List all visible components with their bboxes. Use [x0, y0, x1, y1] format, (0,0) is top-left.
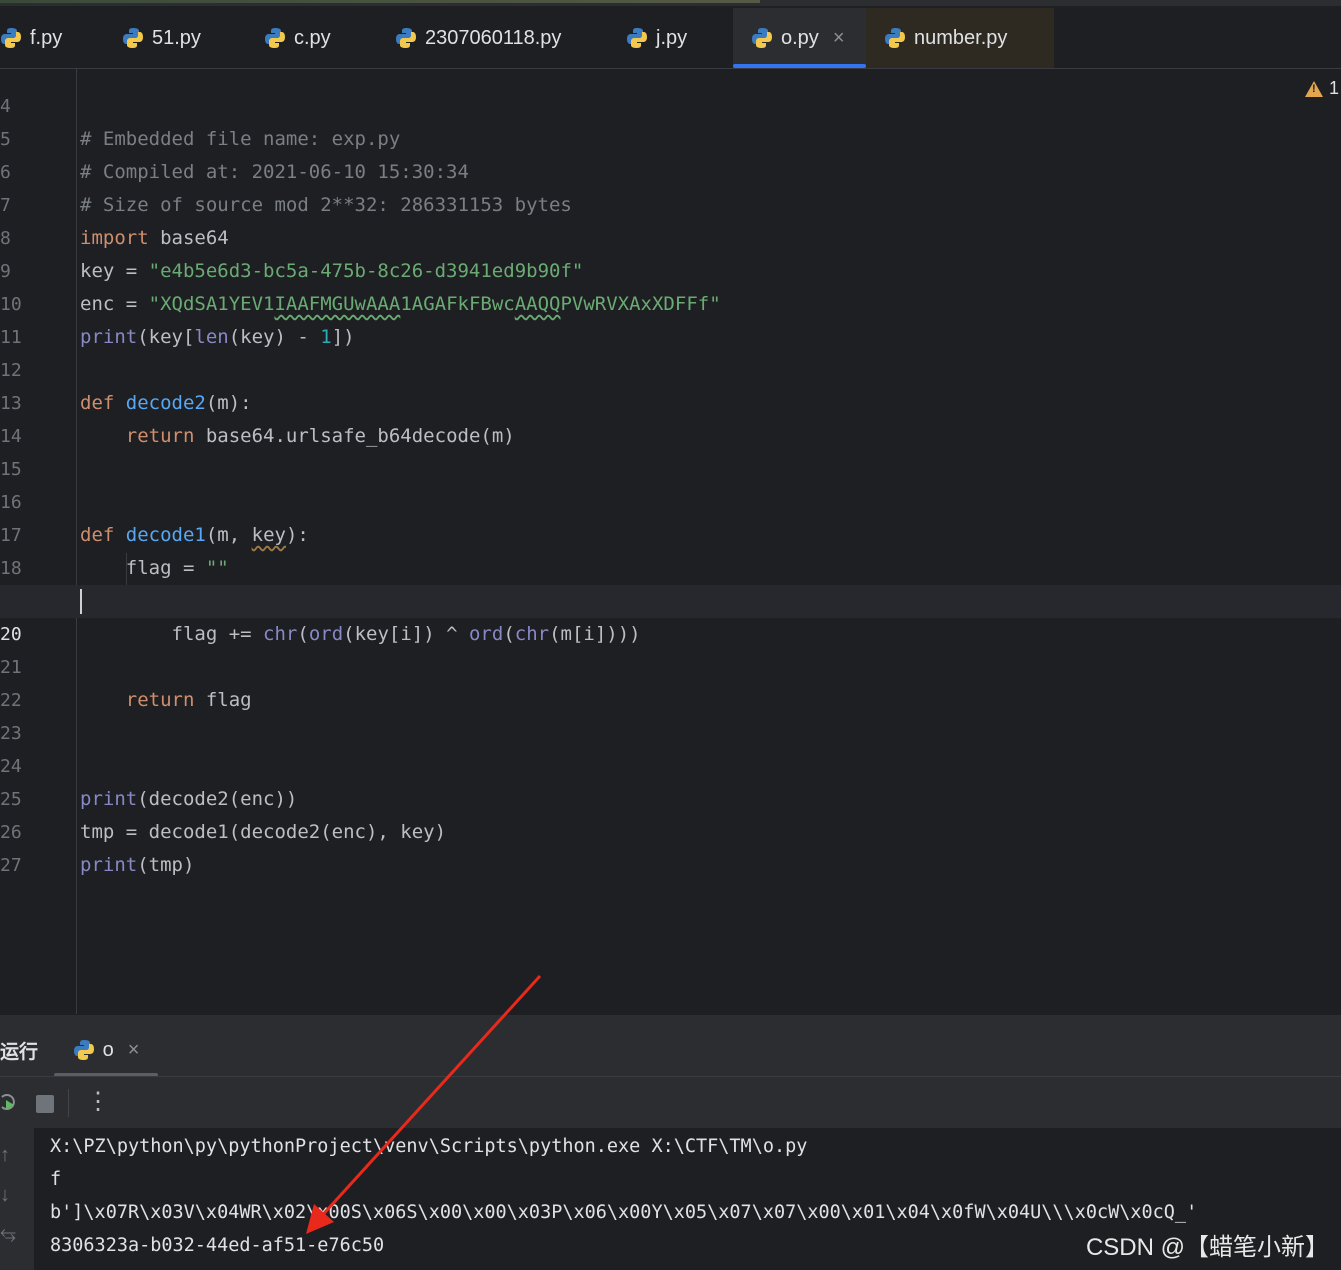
stop-icon[interactable] — [36, 1095, 54, 1113]
console-line: 8306323a-b032-44ed-af51-e76c50 — [50, 1235, 385, 1256]
code-line-current: 20 — [0, 585, 1341, 645]
tab-c-py[interactable]: c.py — [264, 8, 364, 68]
console-line: X:\PZ\python\py\pythonProject\venv\Scrip… — [50, 1136, 808, 1157]
tab-number-py[interactable]: number.py — [866, 8, 1054, 68]
code-line: 14 — [0, 387, 1341, 447]
tab-label: 51.py — [152, 26, 201, 49]
code-text: print(tmp) — [80, 854, 195, 876]
code-line: 17 flag = "" — [0, 486, 1341, 579]
python-file-icon — [884, 27, 906, 49]
code-line: 19 flag += chr(ord(key[i]) ^ ord(chr(m[i… — [0, 552, 1341, 645]
active-tab-indicator — [733, 64, 866, 68]
python-file-icon — [626, 27, 648, 49]
run-toolbar: ⋮ — [0, 1076, 1341, 1129]
run-panel-header: 运行 o × — [0, 1014, 1341, 1077]
code-line: 16 def decode1(m, key): — [0, 453, 1341, 546]
tab-j-py[interactable]: j.py — [626, 8, 716, 68]
code-line: 5 # Compiled at: 2021-06-10 15:30:34 — [0, 90, 1341, 183]
scroll-up-icon[interactable]: ↑ — [0, 1144, 10, 1167]
tab-f-py[interactable]: f.py — [0, 8, 95, 68]
code-line: 27 — [0, 816, 1341, 876]
tab-2307060118-py[interactable]: 2307060118.py — [395, 8, 595, 68]
tab-label: number.py — [914, 26, 1008, 49]
python-file-icon — [0, 27, 22, 49]
code-line: 10 print(key[len(key) - 1]) — [0, 255, 1341, 348]
text-caret — [80, 589, 82, 614]
toolbar-divider — [68, 1089, 69, 1117]
run-tab-label: o — [102, 1038, 114, 1061]
run-console[interactable]: X:\PZ\python\py\pythonProject\venv\Scrip… — [34, 1128, 1341, 1270]
run-side-toolbar: ↑ ↓ ⥃ — [0, 1128, 34, 1270]
python-file-icon — [73, 1039, 95, 1061]
close-run-tab-icon[interactable]: × — [128, 1039, 140, 1062]
code-line: 6 # Size of source mod 2**32: 286331153 … — [0, 123, 1341, 216]
run-tab-o[interactable]: o × — [54, 1023, 158, 1077]
code-line: 15 — [0, 420, 1341, 480]
tab-o-py[interactable]: o.py × — [733, 8, 866, 68]
rerun-icon[interactable] — [0, 1091, 18, 1119]
code-line: 21 return flag — [0, 618, 1341, 711]
code-line: 22 — [0, 651, 1341, 711]
top-accent-bar — [0, 0, 760, 3]
editor-tab-bar: f.py 51.py c.py 2307060118.py j.py o.py … — [0, 6, 1341, 69]
more-options-icon[interactable]: ⋮ — [86, 1087, 110, 1116]
code-line: 8 key = "e4b5e6d3-bc5a-475b-8c26-d3941ed… — [0, 189, 1341, 282]
console-line: b']\x07R\x03V\x04WR\x02\x00S\x06S\x00\x0… — [50, 1202, 1198, 1223]
code-line: 25 tmp = decode1(decode2(enc), key) — [0, 750, 1341, 843]
code-line: 9 enc = "XQdSA1YEV1IAAFMGUwAAA1AGAFkFBwc… — [0, 222, 1341, 315]
code-line: 24 print(decode2(enc)) — [0, 717, 1341, 810]
tab-label: 2307060118.py — [425, 26, 562, 49]
console-line: f — [50, 1169, 62, 1190]
python-file-icon — [264, 27, 286, 49]
run-panel-title: 运行 — [0, 1042, 39, 1063]
tab-51-py[interactable]: 51.py — [122, 8, 232, 68]
code-line: 11 — [0, 288, 1341, 348]
python-file-icon — [751, 27, 773, 49]
code-line: 23 — [0, 684, 1341, 744]
tab-label: c.py — [294, 26, 331, 49]
tab-label: f.py — [30, 26, 63, 49]
scroll-down-icon[interactable]: ↓ — [0, 1184, 10, 1207]
code-line: 18 for i in range(len(key) - 6): — [0, 519, 1341, 612]
python-file-icon — [395, 27, 417, 49]
close-tab-icon[interactable]: × — [833, 27, 845, 50]
code-line: 7 import base64 — [0, 156, 1341, 249]
tab-label: o.py — [781, 26, 819, 49]
csdn-watermark: CSDN @【蜡笔小新】 — [1085, 1234, 1329, 1261]
tab-label: j.py — [656, 26, 688, 49]
code-line: 13 return base64.urlsafe_b64decode(m) — [0, 354, 1341, 447]
code-editor[interactable]: 4 # Embedded file name: exp.py 5 # Compi… — [0, 69, 1341, 1014]
soft-wrap-icon[interactable]: ⥃ — [0, 1222, 16, 1245]
code-line: 26 print(tmp) — [0, 783, 1341, 876]
line-number: 27 — [0, 855, 22, 876]
code-line: 12 def decode2(m): — [0, 321, 1341, 414]
python-file-icon — [122, 27, 144, 49]
code-line: 4 # Embedded file name: exp.py — [0, 69, 1341, 150]
